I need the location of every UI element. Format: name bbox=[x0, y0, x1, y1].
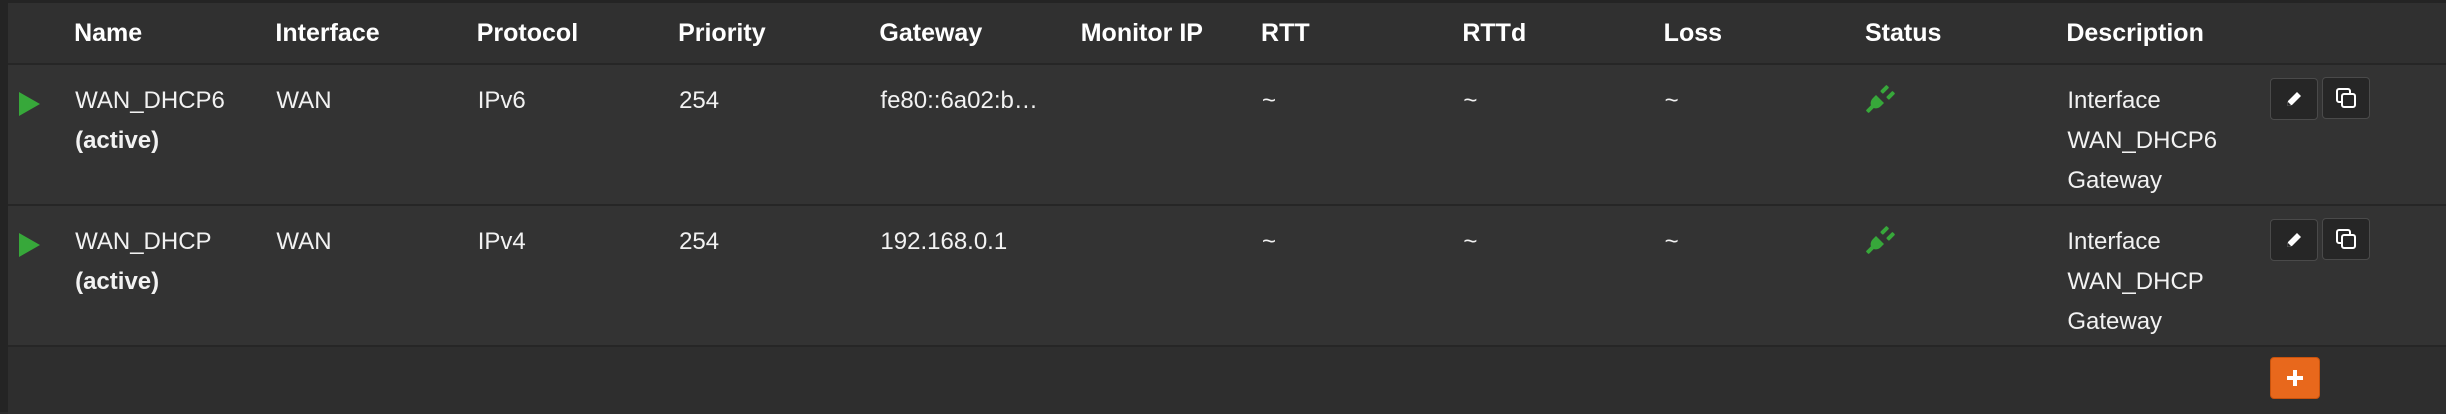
description-cell: Interface WAN_DHCP6 Gateway bbox=[2066, 64, 2268, 205]
header-actions bbox=[2269, 3, 2446, 64]
loss-cell: ~ bbox=[1664, 87, 1679, 114]
header-description[interactable]: Description bbox=[2066, 3, 2268, 64]
interface-cell: WAN bbox=[276, 87, 332, 114]
status-cell bbox=[1865, 205, 2066, 346]
header-toggle bbox=[8, 3, 74, 64]
gateways-panel: Name Interface Protocol Priority Gateway… bbox=[0, 0, 2446, 414]
gateway-state: (active) bbox=[75, 127, 160, 154]
monitor-ip-cell bbox=[1081, 205, 1261, 346]
rtt-cell: ~ bbox=[1262, 228, 1277, 255]
name-cell: WAN_DHCP (active) bbox=[74, 205, 275, 346]
header-interface[interactable]: Interface bbox=[275, 3, 476, 64]
gateway-address: fe80::6a02:b… bbox=[880, 87, 1038, 114]
table-footer-row bbox=[8, 346, 2446, 414]
gateway-name: WAN_DHCP bbox=[75, 228, 212, 255]
gateways-table: Name Interface Protocol Priority Gateway… bbox=[8, 3, 2446, 414]
header-protocol[interactable]: Protocol bbox=[477, 3, 678, 64]
rttd-cell: ~ bbox=[1463, 228, 1478, 255]
clone-button[interactable] bbox=[2321, 77, 2370, 119]
protocol-cell: IPv4 bbox=[477, 228, 526, 255]
rttd-cell: ~ bbox=[1463, 87, 1478, 114]
play-icon[interactable] bbox=[19, 92, 40, 116]
plug-icon bbox=[1866, 224, 1896, 267]
interface-cell: WAN bbox=[276, 228, 332, 255]
add-gateway-button[interactable] bbox=[2269, 357, 2320, 399]
priority-cell: 254 bbox=[679, 228, 720, 255]
description-line: WAN_DHCP6 bbox=[2067, 127, 2218, 154]
monitor-ip-cell bbox=[1081, 64, 1261, 205]
table-row[interactable]: WAN_DHCP (active) WAN IPv4 254 192.168.0… bbox=[8, 205, 2446, 346]
table-header-row: Name Interface Protocol Priority Gateway… bbox=[8, 3, 2446, 64]
description-line: Gateway bbox=[2067, 167, 2163, 194]
plus-icon bbox=[2286, 370, 2303, 386]
status-cell bbox=[1865, 64, 2066, 205]
play-icon[interactable] bbox=[19, 233, 40, 257]
gateway-state: (active) bbox=[75, 268, 160, 295]
loss-cell: ~ bbox=[1664, 228, 1679, 255]
protocol-cell: IPv6 bbox=[477, 87, 526, 114]
actions-cell bbox=[2269, 64, 2446, 205]
priority-cell: 254 bbox=[679, 87, 720, 114]
edit-button[interactable] bbox=[2269, 219, 2318, 261]
clone-button[interactable] bbox=[2321, 218, 2370, 260]
row-toggle-cell bbox=[8, 64, 74, 205]
header-status[interactable]: Status bbox=[1865, 3, 2066, 64]
edit-button[interactable] bbox=[2269, 78, 2318, 120]
description-cell: Interface WAN_DHCP Gateway bbox=[2066, 205, 2268, 346]
header-name[interactable]: Name bbox=[74, 3, 275, 64]
header-rttd[interactable]: RTTd bbox=[1462, 3, 1663, 64]
footer-actions-cell bbox=[2269, 346, 2446, 414]
plug-icon bbox=[1866, 83, 1896, 126]
copy-icon bbox=[2335, 229, 2356, 249]
gateway-address: 192.168.0.1 bbox=[880, 228, 1008, 255]
actions-cell bbox=[2269, 205, 2446, 346]
footer-spacer bbox=[8, 346, 2269, 414]
description-line: WAN_DHCP bbox=[2067, 268, 2204, 295]
gateway-cell: 192.168.0.1 bbox=[879, 205, 1080, 346]
pencil-icon bbox=[2286, 233, 2301, 247]
header-rtt[interactable]: RTT bbox=[1261, 3, 1462, 64]
gateway-name: WAN_DHCP6 bbox=[75, 87, 225, 114]
header-priority[interactable]: Priority bbox=[678, 3, 879, 64]
header-loss[interactable]: Loss bbox=[1664, 3, 1865, 64]
description-line: Gateway bbox=[2067, 308, 2163, 335]
gateway-cell: fe80::6a02:b… bbox=[879, 64, 1080, 205]
copy-icon bbox=[2335, 88, 2356, 108]
description-line: Interface bbox=[2067, 87, 2161, 114]
panel-left-border bbox=[0, 0, 8, 412]
header-monitor-ip[interactable]: Monitor IP bbox=[1081, 3, 1261, 64]
table-row[interactable]: WAN_DHCP6 (active) WAN IPv6 254 fe80::6a… bbox=[8, 64, 2446, 205]
description-line: Interface bbox=[2067, 228, 2161, 255]
header-gateway[interactable]: Gateway bbox=[879, 3, 1080, 64]
name-cell: WAN_DHCP6 (active) bbox=[74, 64, 275, 205]
pencil-icon bbox=[2286, 92, 2301, 106]
rtt-cell: ~ bbox=[1262, 87, 1277, 114]
row-toggle-cell bbox=[8, 205, 74, 346]
